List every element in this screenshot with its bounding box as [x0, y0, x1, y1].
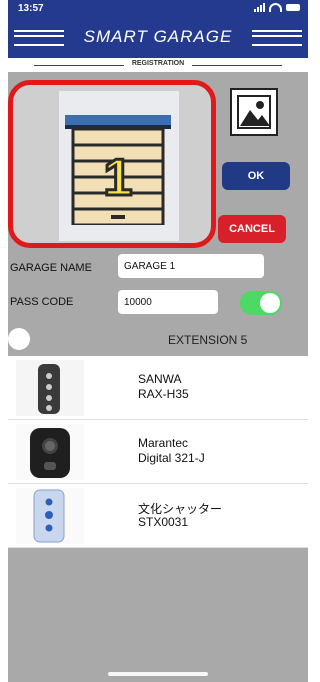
pass-code-field[interactable]: 10000: [118, 290, 218, 314]
image-icon: [237, 95, 271, 129]
garage-name-label: GARAGE NAME: [10, 262, 92, 274]
battery-icon: [286, 4, 300, 11]
list-item[interactable]: SANWA RAX-H35: [8, 356, 308, 420]
list-item[interactable]: 文化シャッター STX0031: [8, 484, 308, 548]
remote-list: SANWA RAX-H35 Marantec Digital 321-J 文化シ…: [8, 356, 308, 548]
list-item[interactable]: Marantec Digital 321-J: [8, 420, 308, 484]
remote-image: [16, 488, 84, 544]
signal-icon: [254, 3, 265, 12]
extension-label: EXTENSION 5: [168, 333, 248, 347]
ok-button[interactable]: OK: [222, 162, 290, 190]
status-bar: 13:57: [16, 3, 300, 17]
toggle-knob: [260, 293, 280, 313]
garage-name-field[interactable]: GARAGE 1: [118, 254, 264, 278]
garage-number: 1: [104, 149, 133, 207]
extension-radio[interactable]: [8, 328, 30, 350]
pass-code-label: PASS CODE: [10, 296, 74, 308]
main-content: 1 OK CANCEL GARAGE NAME GARAGE 1 PASS CO…: [8, 72, 308, 682]
title-decoration-right: [252, 30, 302, 46]
remote-model: Digital 321-J: [138, 451, 205, 465]
wifi-icon: [269, 3, 282, 12]
remote-image: [16, 424, 84, 480]
garage-photo: 1: [59, 91, 179, 241]
header-bar: 13:57 SMART GARAGE: [8, 0, 308, 58]
remote-model: STX0031: [138, 515, 189, 529]
remote-image: [16, 360, 84, 416]
app-title-row: SMART GARAGE: [8, 24, 308, 50]
photo-gallery-button[interactable]: [230, 88, 278, 136]
cancel-button[interactable]: CANCEL: [218, 215, 286, 243]
home-indicator[interactable]: [108, 672, 208, 676]
app-screen: 13:57 SMART GARAGE REGISTRATION 1 OK CAN…: [8, 0, 308, 682]
garage-door-icon: 1: [65, 115, 171, 225]
status-time: 13:57: [18, 3, 44, 14]
remote-brand: SANWA: [138, 372, 182, 386]
remote-model: RAX-H35: [138, 387, 189, 401]
pass-code-toggle[interactable]: [240, 291, 282, 315]
status-icons: [254, 3, 300, 12]
remote-brand: Marantec: [138, 436, 189, 450]
garage-photo-highlight[interactable]: 1: [8, 80, 216, 248]
section-header: REGISTRATION: [8, 58, 308, 72]
